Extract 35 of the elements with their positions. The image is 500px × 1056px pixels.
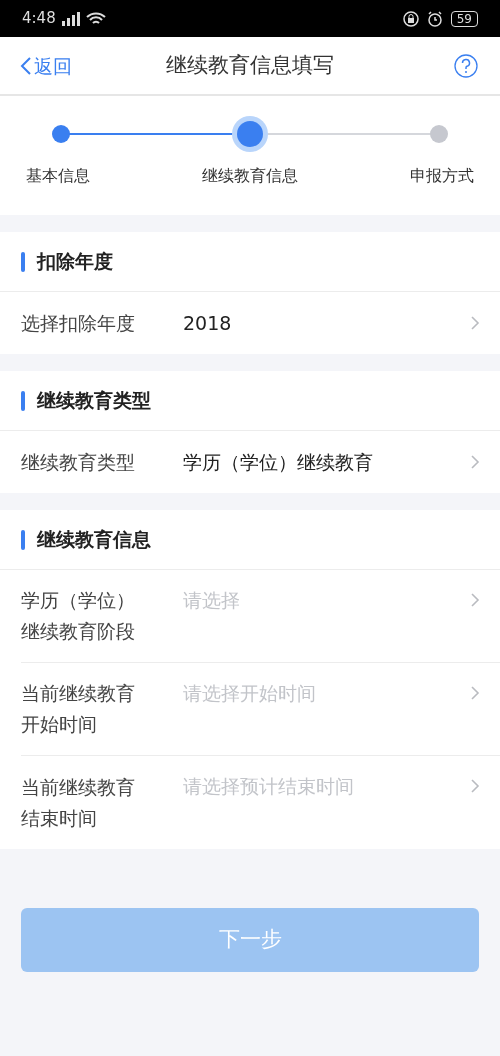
field-placeholder: 请选择 <box>183 588 241 613</box>
section-marker <box>21 529 25 550</box>
section-title: 继续教育类型 <box>37 388 151 414</box>
section-title: 继续教育信息 <box>37 527 151 553</box>
chevron-icon <box>470 454 480 470</box>
form-row[interactable]: 当前继续教育结束时间 请选择预计结束时间 <box>21 756 500 849</box>
battery-indicator: 59 <box>450 10 478 27</box>
back-icon <box>20 56 32 77</box>
section-marker <box>21 251 25 272</box>
field-value: 2018 <box>183 310 233 336</box>
chevron-icon <box>470 685 480 701</box>
form-row[interactable]: 当前继续教育开始时间 请选择开始时间 <box>21 663 500 756</box>
field-label: 选择扣除年度 <box>21 310 136 336</box>
step-label: 继续教育信息 <box>202 165 298 187</box>
field-label: 继续教育类型 <box>21 449 136 475</box>
form-row[interactable]: 选择扣除年度 2018 <box>21 292 500 354</box>
form-row[interactable]: 继续教育类型 学历（学位）继续教育 <box>21 431 500 493</box>
field-value: 学历（学位）继续教育 <box>183 449 374 475</box>
section-marker <box>21 390 25 411</box>
step-label: 基本信息 <box>26 165 90 187</box>
chevron-icon <box>470 315 480 331</box>
status-time: 4:48 <box>22 8 56 30</box>
page-title: 继续教育信息填写 <box>166 51 334 79</box>
field-label: 当前继续教育开始时间 <box>21 681 136 737</box>
step-label: 申报方式 <box>410 165 474 187</box>
field-placeholder: 请选择开始时间 <box>183 681 317 706</box>
form-row[interactable]: 学历（学位）继续教育阶段 请选择 <box>21 570 500 663</box>
field-label: 学历（学位）继续教育阶段 <box>21 588 136 644</box>
field-placeholder: 请选择预计结束时间 <box>183 774 355 799</box>
help-icon[interactable] <box>454 53 478 78</box>
section-title: 扣除年度 <box>37 249 113 275</box>
chevron-icon <box>470 592 480 608</box>
field-label: 当前继续教育结束时间 <box>21 774 136 831</box>
back-link[interactable]: 返回 <box>20 52 72 81</box>
chevron-icon <box>470 778 480 794</box>
